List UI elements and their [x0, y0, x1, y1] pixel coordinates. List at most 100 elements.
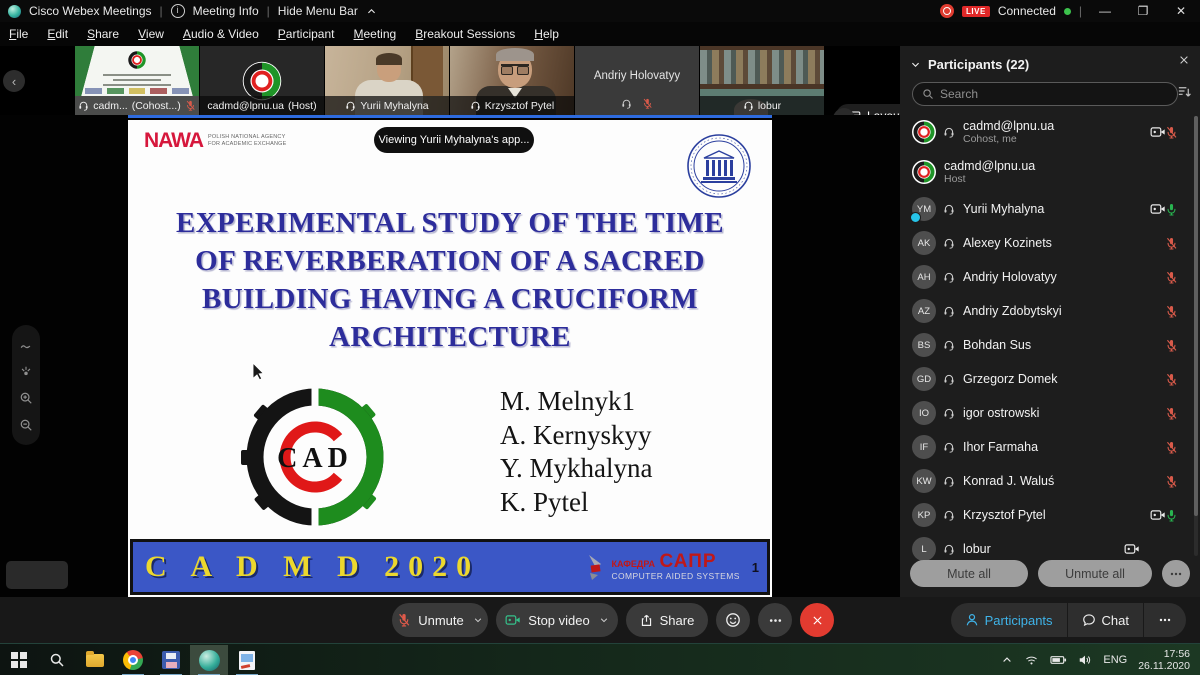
- avatar: BS: [912, 333, 936, 357]
- leave-meeting-button[interactable]: [800, 603, 834, 637]
- unmute-button[interactable]: Unmute: [392, 603, 488, 637]
- participant-row[interactable]: AZ Andriy Zdobytskyi: [900, 294, 1192, 328]
- taskbar-clock[interactable]: 17:56 26.11.2020: [1138, 648, 1190, 672]
- zoom-out-icon[interactable]: [19, 418, 33, 432]
- unmute-all-button[interactable]: Unmute all: [1038, 560, 1152, 587]
- avatar: KW: [912, 469, 936, 493]
- menu-file[interactable]: File: [9, 27, 28, 41]
- menu-share[interactable]: Share: [87, 27, 119, 41]
- webex-icon: [199, 650, 220, 671]
- participant-row[interactable]: AK Alexey Kozinets: [900, 226, 1192, 260]
- participant-row[interactable]: cadmd@lpnu.uaCohost, me: [900, 112, 1192, 152]
- headset-icon: [943, 126, 955, 138]
- menu-view[interactable]: View: [138, 27, 164, 41]
- more-options-button[interactable]: [758, 603, 792, 637]
- meeting-info-button[interactable]: Meeting Info: [193, 4, 259, 18]
- chrome-button[interactable]: [114, 645, 152, 675]
- collapse-panel-icon[interactable]: [910, 59, 921, 70]
- hide-menu-bar-button[interactable]: Hide Menu Bar: [278, 4, 358, 18]
- menu-breakout-sessions[interactable]: Breakout Sessions: [415, 27, 515, 41]
- reactions-button[interactable]: [716, 603, 750, 637]
- menu-audio-video[interactable]: Audio & Video: [183, 27, 259, 41]
- menu-edit[interactable]: Edit: [47, 27, 68, 41]
- battery-icon[interactable]: [1050, 654, 1067, 666]
- mic-muted-icon[interactable]: [1165, 475, 1178, 488]
- headset-icon: [943, 475, 955, 487]
- video-tile-andriy[interactable]: Andriy Holovatyy: [575, 46, 699, 115]
- title-bar: Cisco Webex Meetings | i Meeting Info | …: [0, 0, 1200, 22]
- mic-muted-icon: [397, 613, 411, 627]
- webex-logo-icon: [8, 5, 21, 18]
- close-window-button[interactable]: ✕: [1166, 0, 1196, 22]
- close-panel-button[interactable]: [1178, 54, 1190, 66]
- mic-muted-icon[interactable]: [1165, 441, 1178, 454]
- menu-help[interactable]: Help: [534, 27, 559, 41]
- recording-icon: [940, 4, 954, 18]
- mic-active-icon[interactable]: [1165, 203, 1178, 216]
- maximize-button[interactable]: ❐: [1128, 0, 1158, 22]
- minimize-button[interactable]: —: [1090, 0, 1120, 22]
- video-tile-krzysztof[interactable]: Krzysztof Pytel: [450, 46, 574, 115]
- file-explorer-button[interactable]: [76, 645, 114, 675]
- avatar: KP: [912, 503, 936, 527]
- participant-row[interactable]: IF Ihor Farmaha: [900, 430, 1192, 464]
- show-hidden-icons-button[interactable]: [1001, 654, 1013, 666]
- mic-muted-icon[interactable]: [1165, 271, 1178, 284]
- participant-row[interactable]: KP Krzysztof Pytel: [900, 498, 1192, 532]
- participants-toggle-button[interactable]: Participants: [951, 603, 1067, 637]
- sort-participants-button[interactable]: [1177, 84, 1192, 99]
- mic-muted-icon[interactable]: [1165, 373, 1178, 386]
- participant-row[interactable]: AH Andriy Holovatyy: [900, 260, 1192, 294]
- laser-pointer-icon[interactable]: [19, 365, 33, 379]
- video-tile-lobur[interactable]: lobur: [700, 46, 824, 115]
- document-app-button[interactable]: [228, 645, 266, 675]
- webex-taskbar-button[interactable]: [190, 645, 228, 675]
- chevron-down-icon[interactable]: [473, 615, 483, 625]
- speaker-icon[interactable]: [1078, 653, 1092, 667]
- stop-video-button[interactable]: Stop video: [496, 603, 618, 637]
- person-icon: [965, 613, 979, 627]
- participant-row[interactable]: BS Bohdan Sus: [900, 328, 1192, 362]
- participant-search-input[interactable]: Search: [912, 82, 1178, 106]
- more-panels-button[interactable]: [1144, 603, 1186, 637]
- mic-muted-icon: [185, 100, 196, 111]
- annotate-icon[interactable]: [19, 338, 33, 352]
- video-tile-cohost[interactable]: cadm... (Cohost...): [75, 46, 199, 115]
- participant-row[interactable]: KW Konrad J. Waluś: [900, 464, 1192, 498]
- chat-toggle-button[interactable]: Chat: [1068, 603, 1143, 637]
- sharing-indicator: [910, 212, 921, 223]
- floppy-app-button[interactable]: [152, 645, 190, 675]
- participant-row[interactable]: cadmd@lpnu.uaHost: [900, 152, 1192, 192]
- language-indicator[interactable]: ENG: [1103, 654, 1127, 666]
- participant-row[interactable]: YM Yurii Myhalyna: [900, 192, 1192, 226]
- participant-row[interactable]: IO igor ostrowski: [900, 396, 1192, 430]
- tile-role: (Cohost...): [132, 100, 181, 112]
- video-tile-yurii[interactable]: Yurii Myhalyna: [325, 46, 449, 115]
- start-button[interactable]: [0, 645, 38, 675]
- mic-muted-icon[interactable]: [1165, 339, 1178, 352]
- participant-row[interactable]: GD Grzegorz Domek: [900, 362, 1192, 396]
- video-thumbnail-strip: ‹ cadm... (Cohost...) cadmd@lpnu.ua: [0, 46, 900, 115]
- more-participant-options-button[interactable]: [1162, 560, 1190, 587]
- avatar: AZ: [912, 299, 936, 323]
- connection-status: Connected: [998, 4, 1056, 18]
- menu-participant[interactable]: Participant: [278, 27, 335, 41]
- share-button[interactable]: Share: [626, 603, 708, 637]
- menu-meeting[interactable]: Meeting: [354, 27, 397, 41]
- scroll-thumbnails-left-button[interactable]: ‹: [3, 70, 25, 92]
- collapsed-panel-tab[interactable]: [6, 561, 68, 589]
- windows-taskbar: ENG 17:56 26.11.2020: [0, 643, 1200, 675]
- taskbar-search-button[interactable]: [38, 645, 76, 675]
- mic-muted-icon[interactable]: [1165, 237, 1178, 250]
- zoom-in-icon[interactable]: [19, 391, 33, 405]
- mic-muted-icon[interactable]: [1165, 407, 1178, 420]
- wifi-icon[interactable]: [1024, 654, 1039, 667]
- video-tile-host[interactable]: cadmd@lpnu.ua (Host): [200, 46, 324, 115]
- participants-panel-title: Participants (22): [928, 57, 1029, 72]
- mute-all-button[interactable]: Mute all: [910, 560, 1028, 587]
- mic-muted-icon[interactable]: [1165, 305, 1178, 318]
- panel-scrollbar[interactable]: [1194, 116, 1198, 556]
- mic-muted-icon[interactable]: [1165, 126, 1178, 139]
- mic-active-icon[interactable]: [1165, 509, 1178, 522]
- chevron-down-icon[interactable]: [599, 615, 609, 625]
